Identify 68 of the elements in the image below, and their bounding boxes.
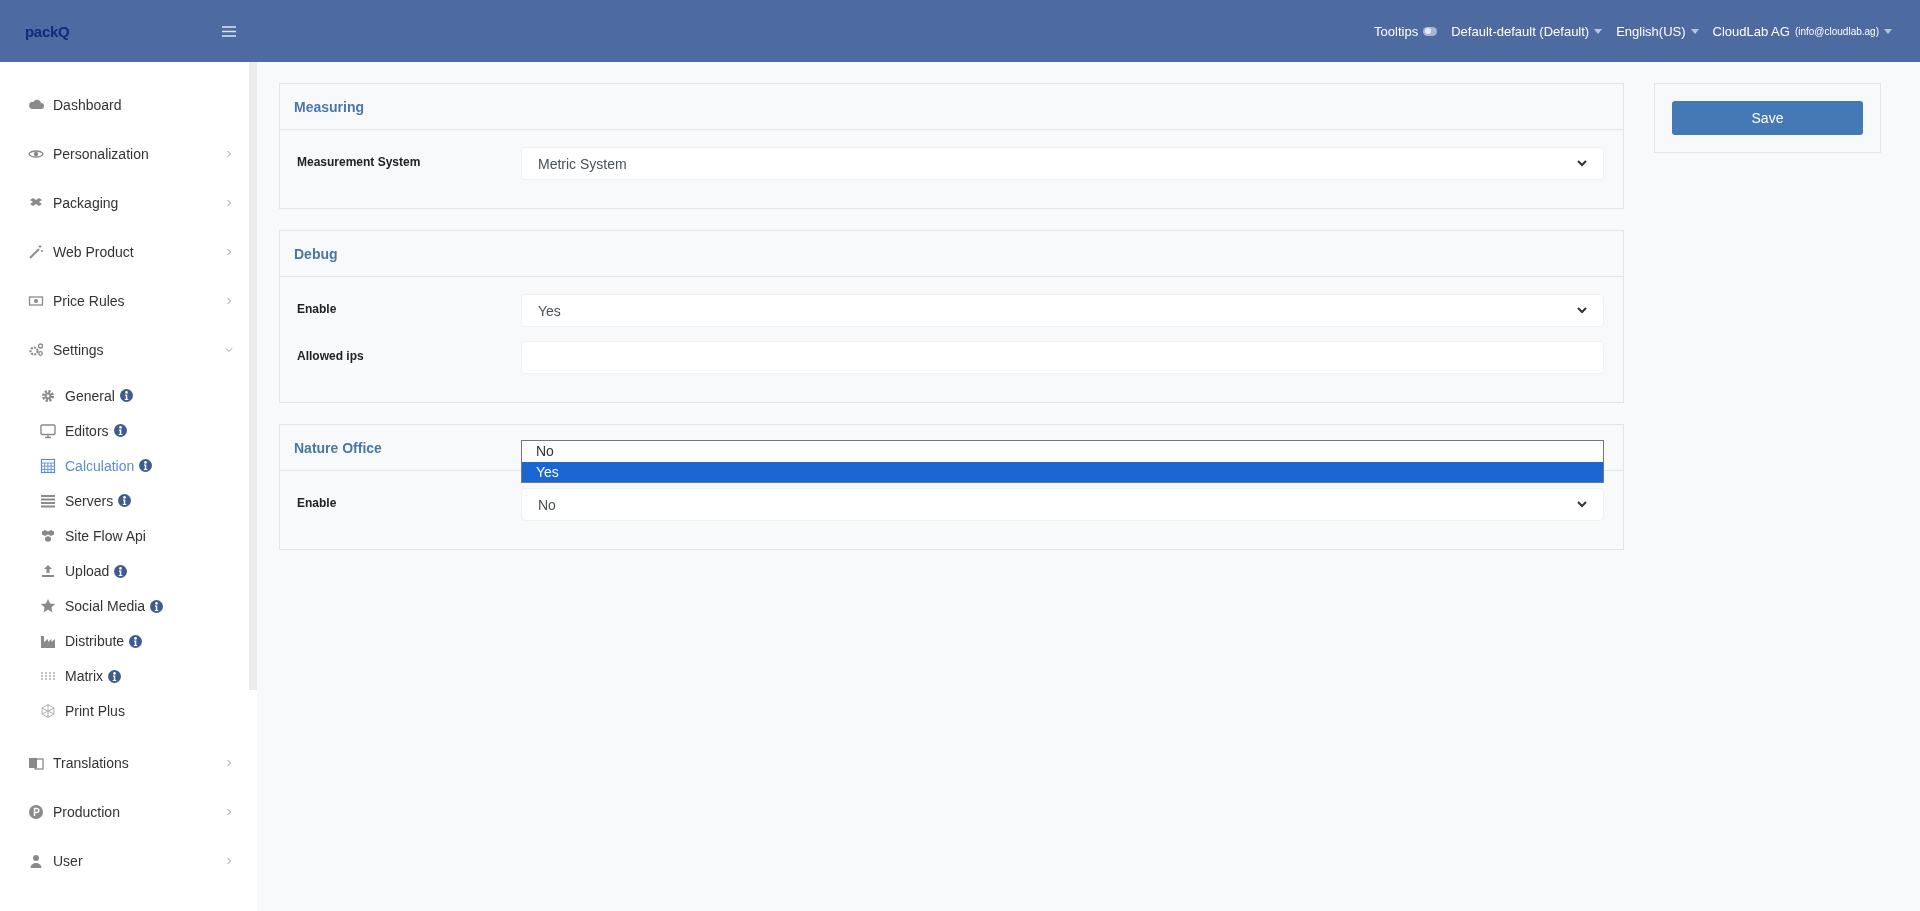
header-menu[interactable]: Default-default (Default)	[1451, 23, 1603, 39]
sidebar-item[interactable]: Settings	[0, 325, 249, 374]
gear-icon	[40, 387, 56, 404]
sidebar-subitem[interactable]: General	[40, 387, 115, 404]
sidebar-subitem[interactable]: Servers	[40, 492, 114, 509]
monitor-icon	[40, 422, 56, 439]
calculator-icon	[40, 457, 56, 474]
field-label: Enable	[297, 301, 338, 316]
dropdown-option[interactable]: No	[522, 441, 1603, 462]
field-label: Measurement System	[297, 154, 422, 169]
sidebar-subitem[interactable]: Distribute	[40, 633, 125, 650]
info-icon[interactable]	[139, 459, 153, 473]
sidebar-item[interactable]: Packaging	[0, 178, 249, 227]
sidebar-subitem[interactable]: Upload	[40, 563, 110, 579]
sidebar-item[interactable]: Dashboard	[0, 80, 249, 129]
sidebar-item[interactable]: Production	[0, 787, 249, 837]
header-menu[interactable]: CloudLab AG (info@cloudlab.ag)	[1712, 23, 1892, 39]
info-icon[interactable]	[108, 669, 122, 683]
info-icon[interactable]	[119, 389, 133, 403]
sidebar-item[interactable]: Personalization	[0, 129, 249, 178]
server-icon	[40, 492, 56, 509]
select-field[interactable]: Yes	[521, 294, 1604, 327]
header-menu[interactable]: English(US)	[1616, 23, 1699, 39]
field-label: Allowed ips	[297, 348, 365, 363]
chevron-icon	[1577, 307, 1587, 314]
info-icon[interactable]	[113, 424, 127, 438]
info-icon[interactable]	[114, 564, 128, 578]
factory-icon	[40, 633, 56, 650]
p-circle-icon	[28, 804, 44, 821]
info-icon[interactable]	[150, 599, 164, 613]
upload-icon	[40, 563, 56, 579]
chevron-icon	[1577, 160, 1587, 167]
sidebar-subitem[interactable]: Editors	[40, 422, 109, 439]
hexagon-icon	[40, 703, 56, 720]
menu-icon[interactable]	[222, 25, 236, 37]
info-icon[interactable]	[129, 634, 143, 648]
tooltips-label: Tooltips	[1374, 23, 1419, 39]
dropdown-option[interactable]: Yes	[522, 461, 1603, 482]
section-title: Measuring	[294, 98, 364, 115]
sidebar-subitem[interactable]: Print Plus	[40, 703, 125, 720]
app-logo: packQ	[25, 22, 71, 40]
cubes-icon	[40, 527, 56, 544]
sidebar-subitem[interactable]: Social Media	[40, 598, 146, 615]
person-icon	[28, 853, 44, 870]
star-icon	[40, 598, 56, 615]
sidebar-item[interactable]: Web Product	[0, 227, 249, 276]
sidebar-subitem[interactable]: Calculation	[40, 457, 135, 474]
sidebar-item[interactable]: Translations	[0, 738, 249, 788]
select-field[interactable]: No	[521, 488, 1604, 521]
caret-icon	[1690, 28, 1699, 34]
scrollbar-thumb[interactable]	[249, 62, 257, 690]
gears-icon	[28, 341, 44, 358]
caret-icon	[1594, 28, 1603, 34]
section-title: Debug	[294, 245, 338, 262]
info-icon[interactable]	[118, 494, 132, 508]
chevron-icon	[1577, 501, 1587, 508]
caret-icon	[1884, 28, 1892, 34]
sidebar-item[interactable]: User	[0, 836, 249, 886]
wand-icon	[28, 243, 44, 260]
section-title: Nature Office	[294, 439, 382, 456]
save-button[interactable]: Save	[1672, 101, 1863, 135]
sidebar-subitem[interactable]: Matrix	[40, 668, 104, 685]
select-field[interactable]: Metric System	[521, 147, 1604, 180]
translate-icon	[28, 755, 44, 772]
sidebar-subitem[interactable]: Site Flow Api	[40, 527, 146, 544]
sidebar-item[interactable]: Price Rules	[0, 276, 249, 325]
field-label: Enable	[297, 495, 338, 510]
tooltips-toggle[interactable]	[1423, 26, 1438, 36]
